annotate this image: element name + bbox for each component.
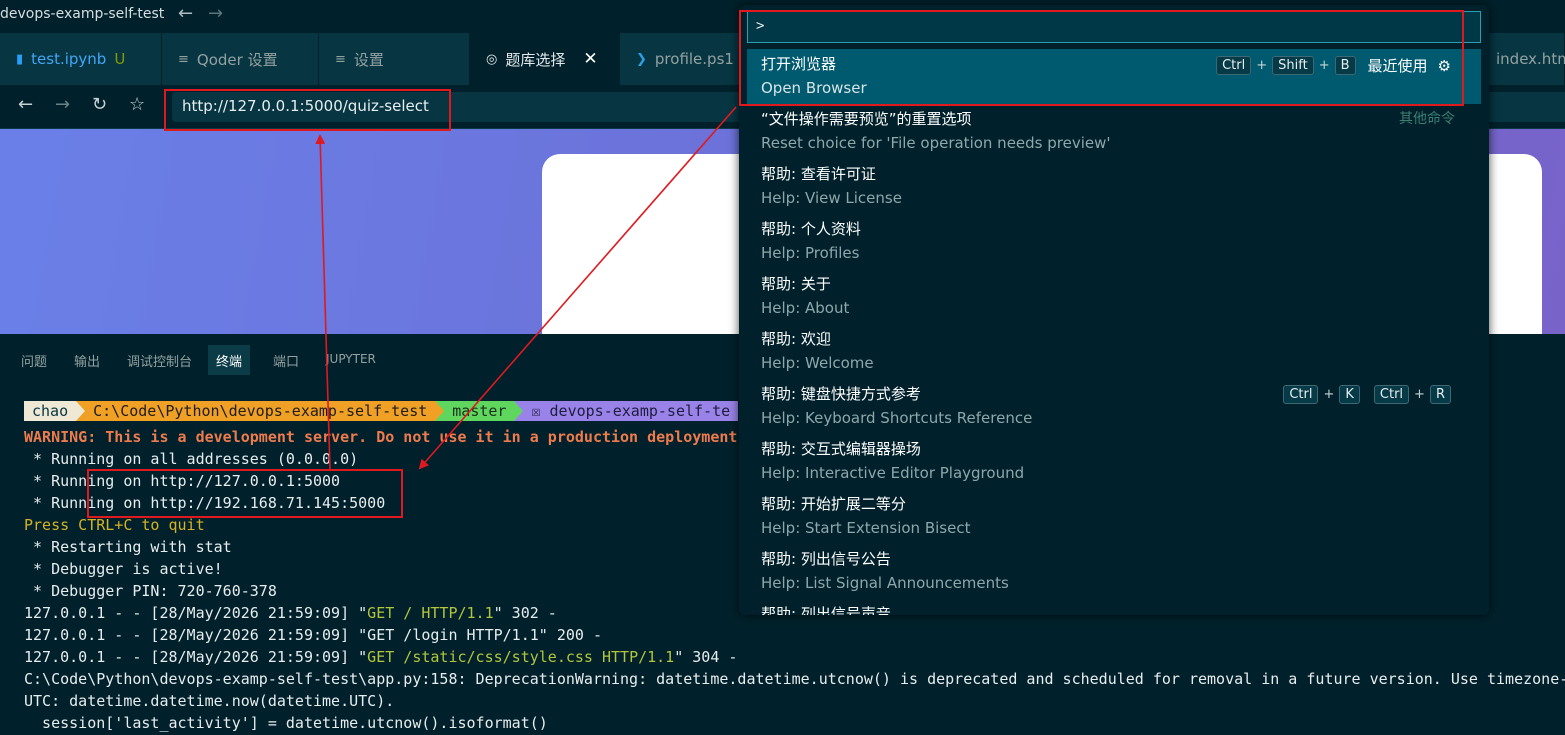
annotation-box-terminal (87, 469, 403, 518)
tab-label: profile.ps1 (654, 50, 734, 68)
palette-item[interactable]: 帮助: 关于 Help: About (747, 269, 1481, 324)
item-label-en: Reset choice for 'File operation needs p… (761, 134, 1111, 152)
star-icon[interactable]: ☆ (129, 94, 145, 115)
prompt-separator (76, 401, 86, 421)
palette-item[interactable]: 帮助: 列出信号公告 Help: List Signal Announcemen… (747, 544, 1481, 599)
prompt-env: ☒ devops-examp-self-te (523, 401, 739, 421)
palette-item[interactable]: 帮助: 交互式编辑器操场 Help: Interactive Editor Pl… (747, 434, 1481, 489)
terminal-line: * Debugger is active! (24, 560, 223, 578)
item-label-zh: 帮助: 个人资料 (761, 220, 861, 238)
tab-ports[interactable]: 端口 (265, 345, 307, 375)
item-label-en: Help: List Signal Announcements (761, 574, 1009, 592)
prompt-separator (435, 401, 445, 421)
close-icon[interactable]: ✕ (583, 49, 597, 69)
arrow-right-icon[interactable]: → (208, 3, 223, 24)
palette-item[interactable]: “文件操作需要预览”的重置选项 Reset choice for 'File o… (747, 104, 1481, 159)
keybinding: Ctrl + K Ctrl + R (1283, 385, 1451, 404)
terminal-line: C:\Code\Python\devops-examp-self-test\ap… (24, 670, 1565, 688)
terminal-line: GET / HTTP/1.1 (367, 604, 494, 622)
key: K (1339, 385, 1360, 404)
tab-index-html[interactable]: index.htm (1480, 33, 1565, 85)
annotation-box-command (739, 10, 1464, 106)
globe-icon: ◎ (486, 51, 498, 67)
terminal-prompt: chao C:\Code\Python\devops-examp-self-te… (24, 401, 739, 421)
item-label-zh: 帮助: 欢迎 (761, 330, 831, 348)
other-commands-tag: 其他命令 (1399, 111, 1455, 127)
item-label-en: Help: Keyboard Shortcuts Reference (761, 409, 1033, 427)
tab-profile-ps1[interactable]: ❯ profile.ps1 (620, 33, 750, 85)
back-icon[interactable]: ← (18, 94, 33, 115)
tab-settings[interactable]: ≡ 设置 (319, 33, 470, 85)
tab-qoder-settings[interactable]: ≡ Qoder 设置 (162, 33, 319, 85)
item-label-en: Help: Profiles (761, 244, 860, 262)
settings-sliders-icon: ≡ (335, 51, 346, 67)
key: Ctrl (1283, 385, 1319, 404)
tab-label: index.htm (1496, 50, 1565, 68)
item-label-zh: 帮助: 键盘快捷方式参考 (761, 385, 921, 403)
prompt-path: C:\Code\Python\devops-examp-self-test (85, 401, 436, 421)
prompt-separator (514, 401, 524, 421)
item-label-zh: 帮助: 列出信号公告 (761, 550, 891, 568)
terminal-line: 127.0.0.1 - - [28/May/2026 21:59:09] " (24, 604, 368, 622)
tab-problems[interactable]: 问题 (13, 345, 55, 375)
tab-quiz-select[interactable]: ◎ 题库选择 ✕ (470, 33, 620, 85)
terminal-line: * Debugger PIN: 720-760-378 (24, 582, 277, 600)
terminal-line: * Running on all addresses (0.0.0.0) (24, 450, 359, 468)
modified-badge: U (114, 50, 126, 68)
prompt-branch: master (444, 401, 515, 421)
tab-jupyter[interactable]: JUPYTER (318, 345, 384, 375)
prompt-user: chao (24, 401, 77, 421)
terminal-line: 127.0.0.1 - - [28/May/2026 21:59:09] "GE… (24, 626, 602, 644)
tab-label: Qoder 设置 (196, 50, 278, 69)
item-label-zh: 帮助: 开始扩展二等分 (761, 495, 906, 513)
tab-output[interactable]: 输出 (66, 345, 108, 375)
vscode-window: devops-examp-self-test ← → ▮ test.ipynb … (0, 0, 1565, 735)
item-label-zh: 帮助: 列出信号声音 (761, 605, 891, 615)
item-label-en: Help: Welcome (761, 354, 874, 372)
reload-icon[interactable]: ↻ (92, 94, 107, 115)
tab-label: test.ipynb (31, 50, 107, 68)
powershell-icon: ❯ (636, 51, 647, 67)
window-title: devops-examp-self-test (0, 6, 165, 22)
terminal-line: GET /static/css/style.css HTTP/1.1 (367, 648, 675, 666)
palette-item[interactable]: 帮助: 个人资料 Help: Profiles (747, 214, 1481, 269)
palette-item[interactable]: 帮助: 欢迎 Help: Welcome (747, 324, 1481, 379)
item-label-en: Help: About (761, 299, 850, 317)
terminal-line: UTC: datetime.datetime.now(datetime.UTC)… (24, 692, 395, 710)
tab-label: 题库选择 (505, 50, 566, 69)
terminal-line: " 304 - (674, 648, 738, 666)
item-label-zh: 帮助: 交互式编辑器操场 (761, 440, 921, 458)
terminal-line: 127.0.0.1 - - [28/May/2026 21:59:09] " (24, 648, 368, 666)
item-label-zh: “文件操作需要预览”的重置选项 (761, 110, 972, 128)
key: R (1429, 385, 1451, 404)
terminal-line: " 302 - (493, 604, 557, 622)
terminal-line: Press CTRL+C to quit (24, 516, 205, 534)
item-label-en: Help: View License (761, 189, 902, 207)
tab-test-ipynb[interactable]: ▮ test.ipynb U (0, 33, 162, 85)
palette-item[interactable]: 帮助: 列出信号声音 (747, 599, 1481, 615)
tab-debug-console[interactable]: 调试控制台 (119, 345, 200, 375)
annotation-box-url (164, 89, 451, 131)
terminal-line: WARNING: This is a development server. D… (24, 428, 747, 446)
terminal-line: session['last_activity'] = datetime.utcn… (24, 714, 548, 732)
item-label-zh: 帮助: 查看许可证 (761, 165, 876, 183)
palette-item[interactable]: 帮助: 查看许可证 Help: View License (747, 159, 1481, 214)
arrow-left-icon[interactable]: ← (178, 3, 193, 24)
item-label-zh: 帮助: 关于 (761, 275, 831, 293)
forward-icon[interactable]: → (55, 94, 70, 115)
terminal-line: * Restarting with stat (24, 538, 232, 556)
notebook-icon: ▮ (16, 51, 24, 67)
palette-item[interactable]: 帮助: 开始扩展二等分 Help: Start Extension Bisect (747, 489, 1481, 544)
item-label-en: Help: Interactive Editor Playground (761, 464, 1025, 482)
settings-sliders-icon: ≡ (178, 51, 189, 67)
tab-label: 设置 (353, 50, 384, 69)
item-label-en: Help: Start Extension Bisect (761, 519, 971, 537)
palette-item[interactable]: 帮助: 键盘快捷方式参考 Help: Keyboard Shortcuts Re… (747, 379, 1481, 434)
tab-terminal[interactable]: 终端 (208, 345, 251, 375)
key: Ctrl (1373, 385, 1410, 404)
